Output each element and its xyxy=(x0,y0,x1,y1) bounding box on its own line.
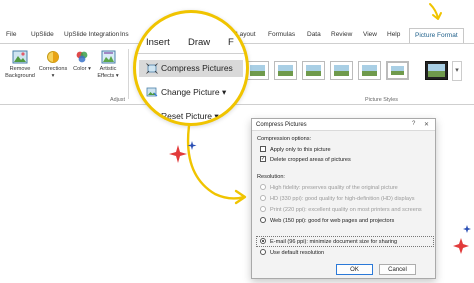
pointer-arrow-icon xyxy=(429,3,442,20)
curved-arrow-icon xyxy=(186,124,247,205)
sparkle-icon xyxy=(169,141,197,163)
sparkle-icon xyxy=(453,225,471,254)
decoration-overlay xyxy=(169,3,471,254)
promo-screenshot: File UpSlide UpSlide Integration Ins Lay… xyxy=(0,0,474,283)
